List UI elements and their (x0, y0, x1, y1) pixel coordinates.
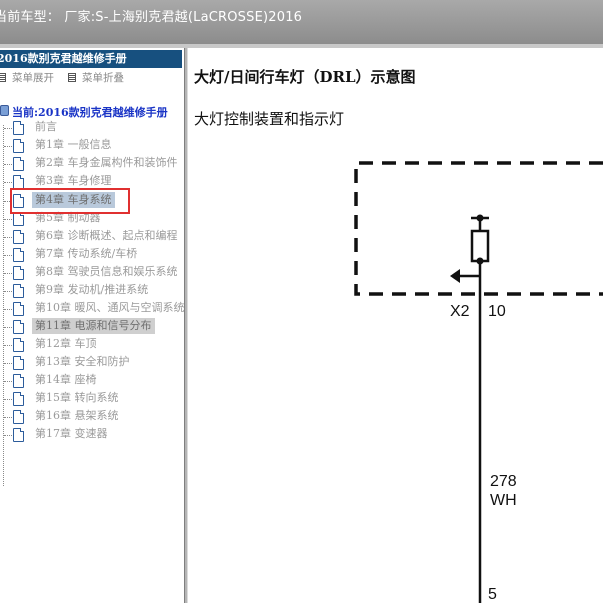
tree-item-label: 前言 (35, 120, 57, 133)
document-icon (13, 212, 24, 226)
tree-item-label: 第16章 悬架系统 (35, 409, 119, 422)
document-icon (13, 302, 24, 316)
junction-dot (476, 214, 484, 222)
document-icon (13, 392, 24, 406)
tree-branch-line (4, 345, 12, 346)
vehicle-label: 当前车型： 厂家:S-上海别克君越(LaCROSSE)2016 (0, 10, 303, 25)
tree-item-chapter-17[interactable]: 第17章 变速器 (0, 426, 184, 444)
tree-branch-line (4, 435, 12, 436)
tree-item-label: 第14章 座椅 (35, 373, 97, 386)
document-icon (13, 266, 24, 280)
tree-item-label: 第12章 车顶 (35, 337, 97, 350)
sidebar-title-text: 2016款别克君越维修手册 (0, 52, 127, 65)
tree-item-label: 第9章 发动机/推进系统 (35, 283, 149, 296)
document-icon (13, 230, 24, 244)
tree-branch-line (4, 182, 12, 183)
pin-label-bottom: 5 (488, 586, 497, 603)
tree-item-label: 第13章 安全和防护 (35, 355, 130, 368)
tree-item-label: 第6章 诊断概述、起点和编程 (35, 229, 178, 242)
tree-branch-line (4, 399, 12, 400)
tree-branch-line (4, 255, 12, 256)
tree-item-chapter-6[interactable]: 第6章 诊断概述、起点和编程 (0, 228, 184, 246)
document-icon (13, 374, 24, 388)
junction-dot (476, 257, 484, 265)
tree-branch-line (4, 309, 12, 310)
tree-item-label: 第15章 转向系统 (35, 391, 119, 404)
tree-item-chapter-7[interactable]: 第7章 传动系统/车桥 (0, 246, 184, 264)
resistor-symbol (470, 229, 490, 263)
tree-item-label: 第8章 驾驶员信息和娱乐系统 (35, 265, 178, 278)
tree-item-chapter-2[interactable]: 第2章 车身金属构件和装饰件 (0, 155, 184, 173)
tree-item-label: 第3章 车身修理 (35, 174, 112, 187)
expand-menu-label: 菜单展开 (12, 72, 54, 84)
tree-branch-line (4, 381, 12, 382)
tree-branch-line (4, 363, 12, 364)
tree-branch-line (4, 128, 12, 129)
wire-color-label: WH (490, 492, 517, 509)
tree-branch-line (4, 146, 12, 147)
document-icon (13, 248, 24, 262)
collapse-menu-button[interactable]: 菜单折叠 (68, 70, 124, 85)
tree-item-preface[interactable]: 前言 (0, 119, 184, 137)
document-icon (13, 410, 24, 424)
tree-item-chapter-12[interactable]: 第12章 车顶 (0, 336, 184, 354)
document-icon (13, 139, 24, 153)
tree-item-label: 第7章 传动系统/车桥 (35, 247, 138, 260)
tree-item-label: 第1章 一般信息 (35, 138, 112, 151)
expand-menu-button[interactable]: 菜单展开 (0, 70, 54, 85)
wire-number-label: 278 (490, 473, 517, 490)
tree-item-chapter-11[interactable]: 第11章 电源和信号分布 (0, 318, 184, 336)
document-icon (13, 175, 24, 189)
connector-arrow-head (450, 269, 460, 283)
tree-branch-line (4, 273, 12, 274)
tree-item-label: 第17章 变速器 (35, 427, 108, 440)
menu-icon (68, 73, 76, 82)
tree-branch-line (4, 327, 12, 328)
document-icon (13, 121, 24, 135)
tree-root-label: 当前:2016款别克君越维修手册 (12, 106, 168, 119)
tree-branch-line (4, 219, 12, 220)
sidebar: 2016款别克君越维修手册 菜单展开 菜单折叠 当前:2016款别克君越维修手册… (0, 48, 184, 603)
top-bar: 当前车型： 厂家:S-上海别克君越(LaCROSSE)2016 (0, 0, 603, 44)
tree-branch-line (4, 417, 12, 418)
tree-item-chapter-14[interactable]: 第14章 座椅 (0, 372, 184, 390)
tree-item-label: 第10章 暖风、通风与空调系统 (35, 301, 184, 314)
collapse-menu-label: 菜单折叠 (82, 72, 124, 84)
tree-item-chapter-13[interactable]: 第13章 安全和防护 (0, 354, 184, 372)
tree-item-chapter-15[interactable]: 第15章 转向系统 (0, 390, 184, 408)
document-icon (13, 356, 24, 370)
document-icon (13, 428, 24, 442)
sidebar-title: 2016款别克君越维修手册 (0, 50, 182, 68)
tree-item-chapter-10[interactable]: 第10章 暖风、通风与空调系统 (0, 300, 184, 318)
content-pane: 大灯/日间行车灯（DRL）示意图 大灯控制装置和指示灯 X2 10 278 WH… (188, 48, 603, 603)
pin-label-top: 10 (488, 303, 506, 320)
document-icon (13, 338, 24, 352)
tree-item-chapter-9[interactable]: 第9章 发动机/推进系统 (0, 282, 184, 300)
document-icon (13, 157, 24, 171)
tree-branch-line (4, 164, 12, 165)
tree-branch-line (4, 291, 12, 292)
menu-icon (0, 73, 6, 82)
highlight-box (10, 188, 130, 214)
document-icon (13, 320, 24, 334)
tree-item-chapter-8[interactable]: 第8章 驾驶员信息和娱乐系统 (0, 264, 184, 282)
tree-item-label: 第11章 电源和信号分布 (32, 318, 155, 334)
book-icon (0, 105, 9, 116)
tree-item-chapter-16[interactable]: 第16章 悬架系统 (0, 408, 184, 426)
document-icon (13, 284, 24, 298)
tree-item-label: 第2章 车身金属构件和装饰件 (35, 156, 178, 169)
tree-item-chapter-1[interactable]: 第1章 一般信息 (0, 137, 184, 155)
connector-label: X2 (450, 303, 470, 320)
tree-branch-line (4, 237, 12, 238)
wiring-diagram: X2 10 278 WH 5 (354, 161, 603, 603)
